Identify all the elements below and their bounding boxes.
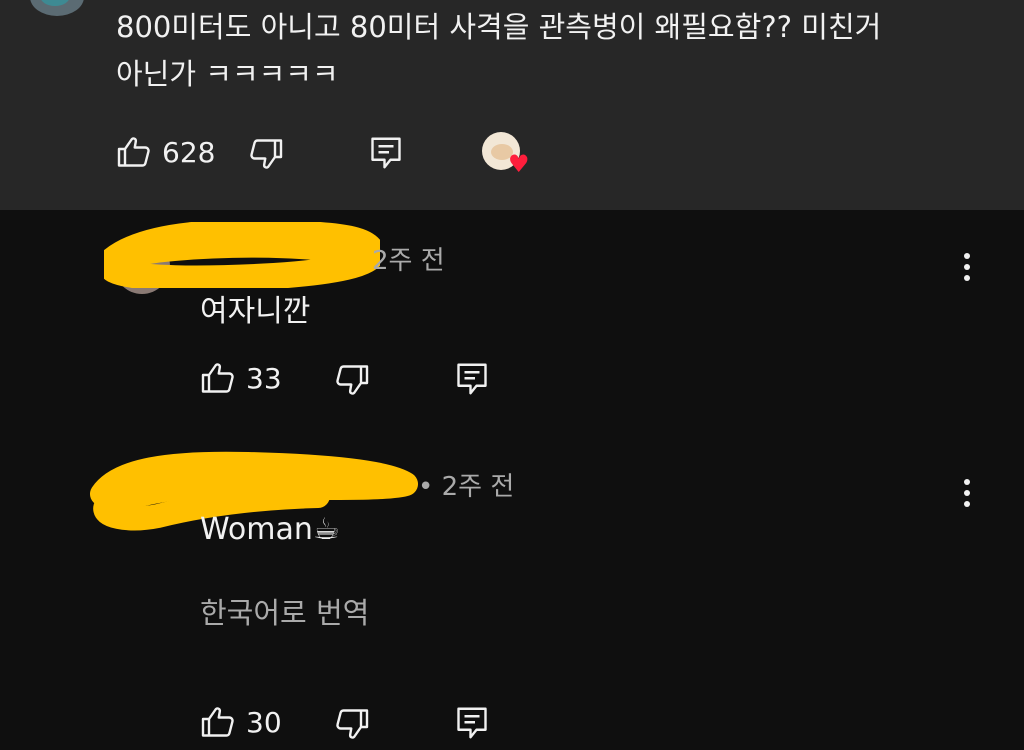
reply-icon xyxy=(371,137,401,169)
like-button[interactable]: 30 xyxy=(200,704,282,740)
reply-icon xyxy=(457,707,487,739)
reply-button[interactable] xyxy=(454,704,490,742)
like-count: 628 xyxy=(162,135,216,169)
dislike-button[interactable] xyxy=(334,706,370,742)
heart-icon: ♥ xyxy=(508,150,530,178)
like-button[interactable]: 628 xyxy=(116,134,215,170)
translate-link[interactable]: 한국어로 번역 xyxy=(200,590,369,632)
reply-timestamp: • 2주 전 xyxy=(418,472,515,502)
reply-button[interactable] xyxy=(454,360,490,398)
dislike-button[interactable] xyxy=(334,362,370,398)
creator-heart-icon: ♥ xyxy=(482,132,536,180)
like-button[interactable]: 33 xyxy=(200,360,282,396)
thumb-down-icon xyxy=(250,139,283,169)
dislike-button[interactable] xyxy=(248,136,284,172)
parent-comment: 800미터도 아니고 80미터 사격을 관측병이 왜필요함?? 미친거 아닌가 … xyxy=(0,0,1024,210)
like-count: 30 xyxy=(246,705,282,739)
commenter-avatar[interactable] xyxy=(30,0,84,16)
like-count: 33 xyxy=(246,361,282,395)
redaction-scribble xyxy=(104,222,380,288)
comment-text: 800미터도 아니고 80미터 사격을 관측병이 왜필요함?? 미친거 아닌가 … xyxy=(116,10,882,91)
thumb-down-icon xyxy=(336,709,369,739)
reply-timestamp: 2주 전 xyxy=(372,246,445,276)
more-vert-icon[interactable] xyxy=(962,478,972,508)
thumb-up-icon xyxy=(201,707,234,737)
thumb-down-icon xyxy=(336,365,369,395)
thumb-up-icon xyxy=(201,363,234,393)
reply-text: 여자니깐 xyxy=(200,294,311,329)
more-vert-icon[interactable] xyxy=(958,0,978,2)
reply-button[interactable] xyxy=(368,134,404,172)
thumb-up-icon xyxy=(117,137,150,167)
more-vert-icon[interactable] xyxy=(962,252,972,282)
reply-text: Woman☕ xyxy=(200,512,340,547)
reply-icon xyxy=(457,363,487,395)
